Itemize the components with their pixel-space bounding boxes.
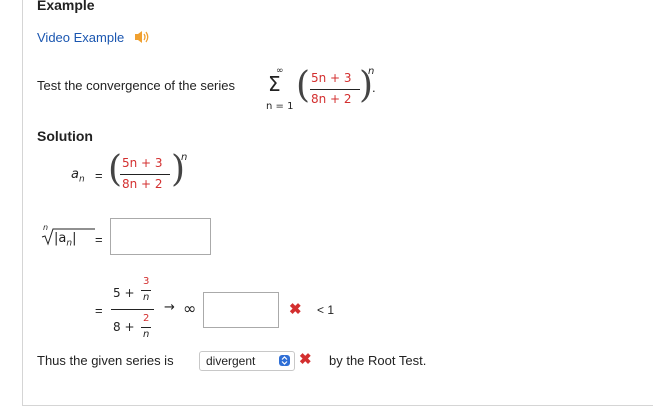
limit-top-small-bar <box>141 290 151 291</box>
select-updown-icon <box>279 355 290 366</box>
question-numerator: 5n + 3 <box>311 71 352 85</box>
limit-bottom-den: n <box>143 329 150 340</box>
limit-arrow: → <box>164 300 175 315</box>
example-title: Example <box>37 0 95 13</box>
an-variable: an <box>71 167 85 185</box>
sum-lower-limit: n = 1 <box>266 101 294 112</box>
limit-bottom-num: 2 <box>143 313 150 324</box>
video-example-link[interactable]: Video Example <box>37 30 124 45</box>
solution-heading: Solution <box>37 128 93 144</box>
question-denominator: 8n + 2 <box>311 92 352 106</box>
root-expression: |an| <box>54 231 77 249</box>
incorrect-x-icon: ✖ <box>289 301 302 318</box>
sum-upper-limit: ∞ <box>276 66 284 76</box>
limit-answer-input[interactable] <box>203 292 279 328</box>
conclusion-prefix: Thus the given series is <box>37 353 174 368</box>
an-denominator: 8n + 2 <box>122 177 163 191</box>
question-exponent: n <box>368 66 375 77</box>
left-paren: ( <box>296 65 311 106</box>
conclusion-incorrect-x-icon: ✖ <box>299 351 312 368</box>
question-period: . <box>372 80 376 95</box>
limit-main-bar <box>111 309 154 310</box>
speaker-icon[interactable] <box>133 28 153 46</box>
root-answer-input[interactable] <box>110 218 211 255</box>
less-than-one: < 1 <box>317 303 335 317</box>
root-equals: = <box>95 232 103 247</box>
conclusion-select[interactable]: divergent <box>199 351 295 371</box>
conclusion-suffix: by the Root Test. <box>329 353 427 368</box>
infinity-symbol: ∞ <box>183 299 197 318</box>
an-exponent: n <box>181 152 188 163</box>
limit-bottom-term: 8 + <box>113 320 135 334</box>
limit-top-term: 5 + <box>113 286 135 300</box>
an-fraction-bar <box>120 174 170 175</box>
an-left-paren: ( <box>108 149 123 190</box>
limit-equals: = <box>95 303 103 318</box>
an-numerator: 5n + 3 <box>122 156 163 170</box>
conclusion-select-value: divergent <box>206 354 256 368</box>
limit-top-den: n <box>143 292 150 303</box>
content-frame <box>22 0 653 406</box>
question-fraction-bar <box>310 89 360 90</box>
an-equals: = <box>95 168 103 183</box>
limit-bottom-small-bar <box>141 327 151 328</box>
limit-top-num: 3 <box>143 276 150 287</box>
question-text: Test the convergence of the series <box>37 78 236 93</box>
